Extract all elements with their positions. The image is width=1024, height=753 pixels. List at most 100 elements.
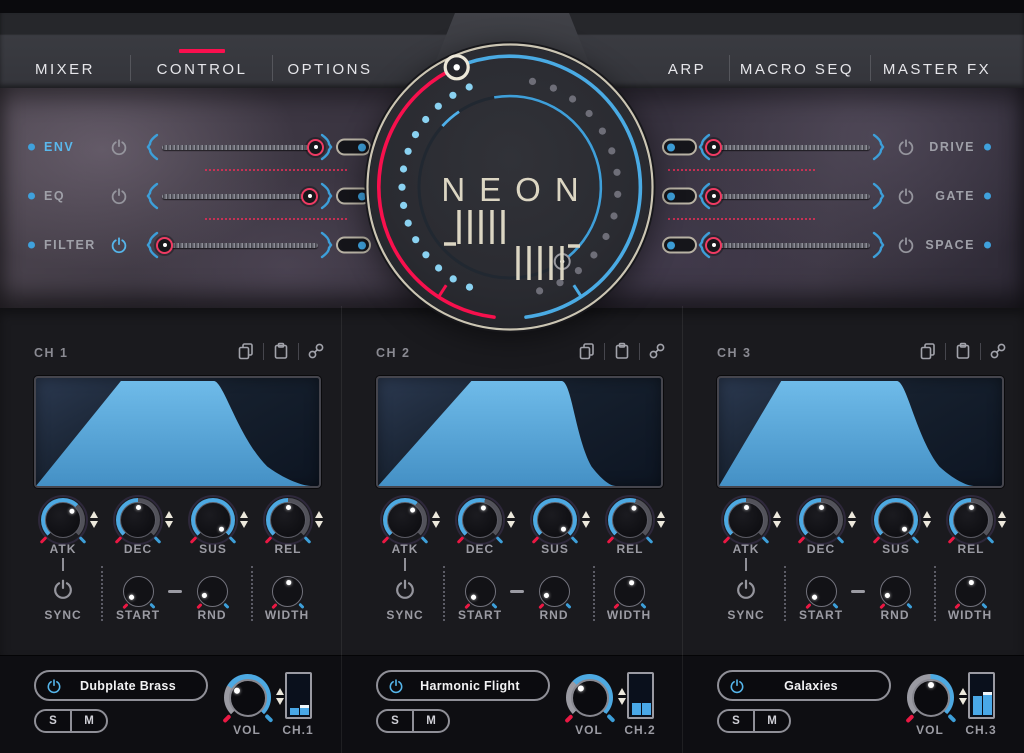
copy-icon[interactable] [237,342,255,360]
volume-knob[interactable] [224,674,271,721]
rel-knob[interactable] [949,498,993,542]
rel-knob[interactable] [266,498,310,542]
stepper-arrows[interactable] [848,511,857,528]
slider-handle[interactable] [705,139,722,156]
stepper-arrows[interactable] [240,511,249,528]
row-indicator-dot [984,242,991,249]
sus-knob[interactable] [874,498,918,542]
stepper-arrows[interactable] [773,511,782,528]
copy-icon[interactable] [578,342,596,360]
stepper-arrows[interactable] [165,511,174,528]
route-toggle[interactable] [662,237,697,254]
tab-options[interactable]: OPTIONS [287,61,372,78]
width-knob[interactable] [955,576,986,607]
slider-handle[interactable] [705,237,722,254]
envelope-display[interactable] [376,376,663,488]
slider-track[interactable] [714,243,870,248]
volume-knob[interactable] [907,674,954,721]
stepper-arrows[interactable] [998,511,1007,528]
macro-slider[interactable] [162,236,318,254]
macro-slider[interactable] [162,138,318,156]
slider-handle[interactable] [705,188,722,205]
dec-knob[interactable] [458,498,502,542]
route-toggle[interactable] [662,188,697,205]
stepper-arrows[interactable] [90,511,99,528]
power-icon[interactable] [110,187,128,205]
link-icon[interactable] [648,342,666,360]
power-icon[interactable] [110,236,128,254]
paste-icon[interactable] [272,342,290,360]
macro-slider[interactable] [714,187,870,205]
macro-ring-handle[interactable] [445,56,468,79]
tab-macro-seq[interactable]: MACRO SEQ [740,61,854,78]
sync-power-button[interactable] [394,578,416,600]
slider-handle[interactable] [156,237,173,254]
mute-button[interactable]: M [414,711,448,731]
preset-selector[interactable]: Harmonic Flight [376,670,550,701]
knob-link-dash [510,590,524,593]
link-icon[interactable] [307,342,325,360]
envelope-display[interactable] [34,376,321,488]
channel-power-button[interactable] [388,678,404,694]
stepper-arrows[interactable] [657,511,666,528]
width-knob[interactable] [614,576,645,607]
preset-selector[interactable]: Dubplate Brass [34,670,208,701]
stepper-arrows[interactable] [432,511,441,528]
slider-track[interactable] [714,194,870,199]
tab-control[interactable]: CONTROL [157,61,248,78]
envelope-display[interactable] [717,376,1004,488]
sus-knob[interactable] [533,498,577,542]
route-toggle[interactable] [662,139,697,156]
macro-slider[interactable] [714,138,870,156]
volume-knob[interactable] [566,674,613,721]
slider-track[interactable] [162,243,318,248]
start-knob[interactable] [465,576,496,607]
atk-knob[interactable] [41,498,85,542]
stepper-arrows[interactable] [959,688,968,705]
sync-power-button[interactable] [52,578,74,600]
width-knob[interactable] [272,576,303,607]
rnd-knob[interactable] [197,576,228,607]
tab-master-fx[interactable]: MASTER FX [883,61,991,78]
slider-track[interactable] [162,194,318,199]
mute-button[interactable]: M [755,711,789,731]
solo-button[interactable]: S [36,711,70,731]
dec-knob[interactable] [799,498,843,542]
preset-selector[interactable]: Galaxies [717,670,891,701]
slider-track[interactable] [714,145,870,150]
stepper-arrows[interactable] [276,688,285,705]
solo-button[interactable]: S [378,711,412,731]
level-meter [627,672,654,719]
master-macro-knob[interactable]: NEON [363,40,657,334]
rnd-knob[interactable] [880,576,911,607]
paste-icon[interactable] [954,342,972,360]
start-knob[interactable] [806,576,837,607]
tab-arp[interactable]: ARP [668,61,706,78]
copy-icon[interactable] [919,342,937,360]
solo-button[interactable]: S [719,711,753,731]
macro-slider[interactable] [714,236,870,254]
tab-mixer[interactable]: MIXER [35,61,95,78]
sus-knob[interactable] [191,498,235,542]
link-icon[interactable] [989,342,1007,360]
channel-power-button[interactable] [46,678,62,694]
atk-knob[interactable] [383,498,427,542]
stepper-arrows[interactable] [582,511,591,528]
stepper-arrows[interactable] [507,511,516,528]
dec-knob[interactable] [116,498,160,542]
rel-knob[interactable] [608,498,652,542]
power-icon[interactable] [110,138,128,156]
stepper-arrows[interactable] [618,688,627,705]
sync-power-button[interactable] [735,578,757,600]
stepper-arrows[interactable] [315,511,324,528]
rnd-knob[interactable] [539,576,570,607]
mute-button[interactable]: M [72,711,106,731]
slider-handle[interactable] [301,188,318,205]
stepper-arrows[interactable] [923,511,932,528]
start-knob[interactable] [123,576,154,607]
paste-icon[interactable] [613,342,631,360]
channel-power-button[interactable] [729,678,745,694]
macro-slider[interactable] [162,187,318,205]
atk-knob[interactable] [724,498,768,542]
slider-track[interactable] [162,145,318,150]
